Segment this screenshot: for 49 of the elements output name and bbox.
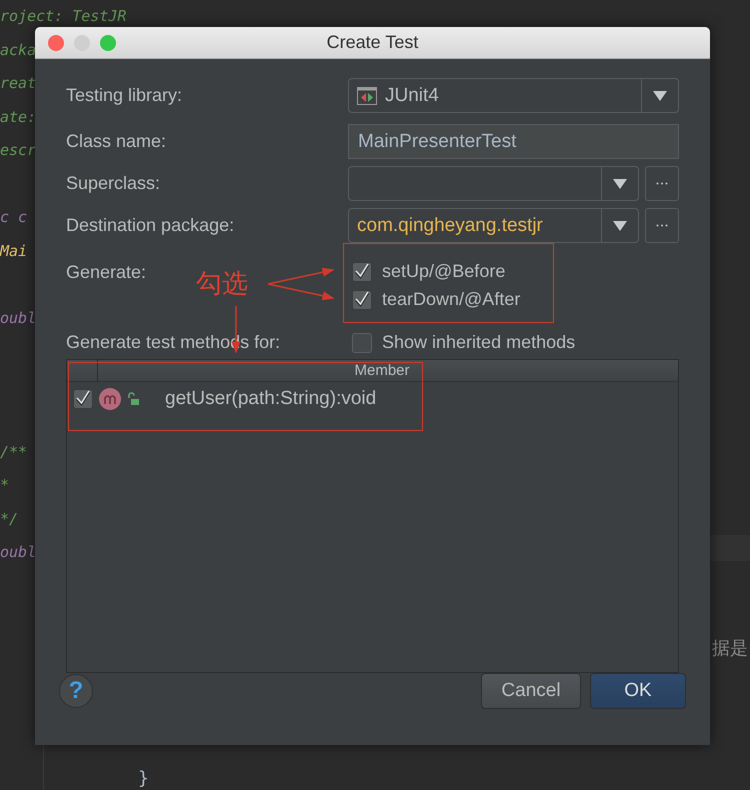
field-label: Testing library: <box>66 85 184 106</box>
generate-label: Generate: <box>66 261 146 283</box>
code-line: oubl <box>0 542 36 563</box>
dropdown-arrow-icon[interactable] <box>653 90 667 100</box>
close-button[interactable] <box>48 34 64 50</box>
code-line: roject: TestJR <box>0 6 126 27</box>
dropdown-arrow-icon[interactable] <box>613 178 627 188</box>
code-line: ate: <box>0 106 36 128</box>
column-header[interactable]: Member <box>354 362 410 379</box>
browse-button[interactable] <box>645 166 679 201</box>
browse-button[interactable] <box>645 208 679 243</box>
ok-button[interactable]: OK <box>590 673 686 709</box>
code-line: /** <box>0 442 28 462</box>
code-line: c c <box>0 207 28 228</box>
more-icon <box>656 224 668 227</box>
code-line: escr <box>0 140 36 161</box>
code-line: acka <box>0 40 36 60</box>
checkbox[interactable] <box>352 290 372 310</box>
annotation-text: 勾选 <box>196 268 248 301</box>
library-dropdown[interactable]: JUnit4 <box>348 78 679 113</box>
checkbox-label[interactable]: Show inherited methods <box>382 332 576 353</box>
field-label: Class name: <box>66 131 168 152</box>
more-icon <box>656 182 668 185</box>
code-line: oubl <box>0 308 36 328</box>
checkbox-label[interactable]: setUp/@Before <box>382 261 506 282</box>
row-checkbox[interactable] <box>73 389 93 409</box>
editor-text: 据是 <box>712 637 748 660</box>
dropdown-arrow-icon[interactable] <box>613 220 627 230</box>
window-title: Create Test <box>326 32 418 52</box>
field-label: Superclass: <box>66 173 162 194</box>
zoom-button[interactable] <box>100 34 116 50</box>
minimize-button[interactable] <box>74 34 90 50</box>
checkbox[interactable] <box>352 332 372 352</box>
method-name[interactable]: getUser(path:String):void <box>165 388 376 410</box>
annotation-arrow <box>268 268 334 300</box>
code-line: reat <box>0 73 36 94</box>
unlocked-icon <box>127 392 139 406</box>
package-dropdown[interactable]: com.qingheyang.testjr <box>348 208 639 243</box>
code-line: } <box>138 768 149 789</box>
junit-icon <box>357 86 377 104</box>
checkbox-label[interactable]: tearDown/@After <box>382 289 520 310</box>
code-line: */ <box>0 508 18 530</box>
method-icon <box>99 388 121 410</box>
class-name-field[interactable]: MainPresenterTest <box>348 124 679 159</box>
help-button[interactable]: ? <box>59 674 93 708</box>
cancel-button[interactable]: Cancel <box>481 673 581 709</box>
field-label: Destination package: <box>66 215 236 236</box>
code-line: * <box>0 475 10 496</box>
checkbox[interactable] <box>352 262 372 282</box>
